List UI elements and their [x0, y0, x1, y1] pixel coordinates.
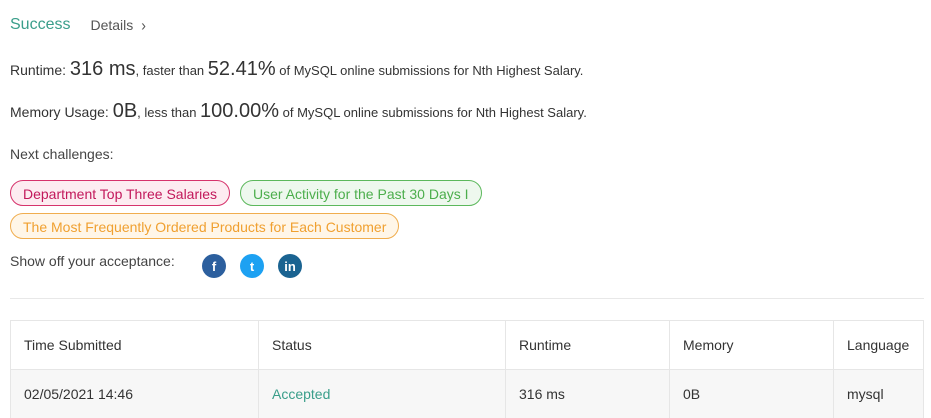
column-header-language[interactable]: Language [834, 321, 923, 369]
twitter-icon[interactable]: t [240, 254, 264, 278]
memory-value: 0B [112, 100, 138, 122]
cell-memory: 0B [670, 370, 834, 418]
submissions-table: Time Submitted Status Runtime Memory Lan… [10, 320, 924, 418]
next-challenges-label: Next challenges: [10, 146, 114, 162]
table-header-row: Time Submitted Status Runtime Memory Lan… [11, 321, 923, 369]
submission-result-page: Success Details › Runtime: 316 ms, faste… [0, 0, 931, 418]
status-accepted-link[interactable]: Accepted [272, 386, 330, 402]
runtime-suffix: of MySQL online submissions for Nth High… [275, 63, 584, 78]
cell-time-submitted: 02/05/2021 14:46 [11, 370, 259, 418]
challenge-chip-easy[interactable]: User Activity for the Past 30 Days I [240, 180, 482, 206]
cell-runtime: 316 ms [506, 370, 670, 418]
cell-language: mysql [847, 386, 884, 402]
runtime-label: Runtime: [10, 62, 70, 78]
column-header-status[interactable]: Status [259, 321, 506, 369]
chevron-right-icon: › [141, 16, 146, 34]
details-label: Details [90, 17, 134, 33]
share-label: Show off your acceptance: [10, 253, 175, 269]
details-link[interactable]: Details › [90, 16, 146, 34]
share-icons: f t in [202, 254, 316, 278]
runtime-percent: 52.41% [207, 58, 276, 80]
runtime-faster-text: , faster than [135, 63, 208, 78]
memory-percent: 100.00% [200, 100, 280, 122]
memory-summary: Memory Usage: 0B, less than 100.00% of M… [10, 100, 587, 123]
section-divider [10, 298, 924, 299]
column-header-time[interactable]: Time Submitted [11, 321, 259, 369]
challenge-chip-hard[interactable]: Department Top Three Salaries [10, 180, 231, 206]
table-row: 02/05/2021 14:46 Accepted 316 ms 0B mysq… [11, 369, 923, 418]
memory-less-text: , less than [137, 105, 201, 120]
result-header: Success Details › [10, 16, 146, 34]
column-header-memory[interactable]: Memory [670, 321, 834, 369]
result-status: Success [10, 16, 71, 33]
memory-label: Memory Usage: [10, 104, 113, 120]
cell-status: Accepted [259, 370, 506, 418]
linkedin-icon[interactable]: in [278, 254, 302, 278]
challenge-chip-medium[interactable]: The Most Frequently Ordered Products for… [10, 213, 400, 239]
runtime-summary: Runtime: 316 ms, faster than 52.41% of M… [10, 58, 583, 81]
runtime-value: 316 ms [69, 58, 136, 80]
memory-suffix: of MySQL online submissions for Nth High… [279, 105, 587, 120]
column-header-runtime[interactable]: Runtime [506, 321, 670, 369]
facebook-icon[interactable]: f [202, 254, 226, 278]
